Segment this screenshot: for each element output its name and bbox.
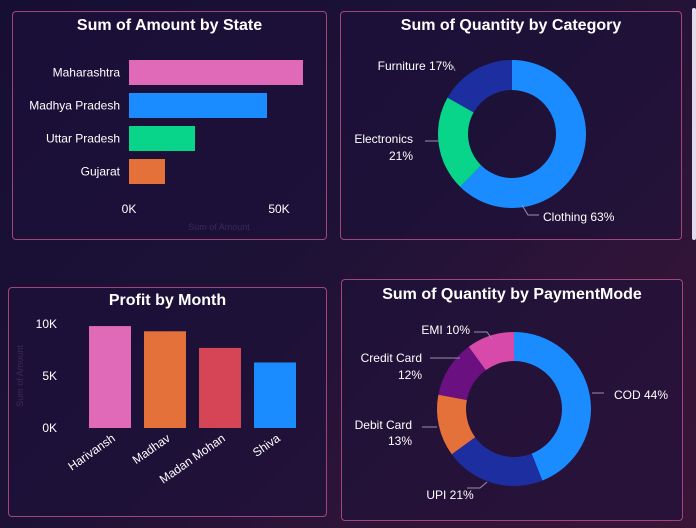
slice-label-clothing: Clothing 63% xyxy=(543,210,615,224)
bar-shiva xyxy=(254,362,296,428)
profit-by-month-chart: Harivansh MadhavMadan Mohan Shiva10K5K0KSu… xyxy=(15,317,296,486)
slice-label-debit-card: Debit Card xyxy=(355,418,412,432)
y-tick-label: 10K xyxy=(36,317,57,331)
bar-madhav xyxy=(144,331,186,428)
slice-label-furniture: Furniture 17% xyxy=(378,59,454,73)
category-label-madhya-pradesh: Madhya Pradesh xyxy=(29,99,120,113)
bar-madan-mohan xyxy=(199,347,241,428)
slice-pct-credit-card: 12% xyxy=(398,368,422,382)
quantity-by-category-card: Sum of Quantity by Category Clothing 63%… xyxy=(340,11,682,240)
bar-maharashtra xyxy=(129,60,303,85)
amount-by-state-chart: Maharashtra Madhya Pradesh Uttar Pradesh Gu… xyxy=(29,60,303,232)
y-tick-label: 5K xyxy=(42,369,57,383)
x-tick-label: 50K xyxy=(268,202,289,216)
category-label-madhav: Madhav xyxy=(130,431,173,467)
quantity-by-category-chart: Clothing 63% Electronics 21% Furniture 17% xyxy=(354,59,615,224)
category-label-uttar-pradesh: Uttar Pradesh xyxy=(46,132,120,146)
bar-uttar-pradesh xyxy=(129,126,195,151)
bar-harivansh xyxy=(89,326,131,428)
slice-label-credit-card: Credit Card xyxy=(361,351,422,365)
bar-gujarat xyxy=(129,159,165,184)
slice-label-emi: EMI 10% xyxy=(421,323,470,337)
slice-pct-debit-card: 13% xyxy=(388,434,412,448)
x-axis-title: Sum of Amount xyxy=(188,222,250,232)
quantity-by-paymentmode-chart: COD 44% UPI 21% Debit Card 13% Credit Card 12… xyxy=(355,323,669,502)
slice-label-cod: COD 44% xyxy=(614,388,668,402)
category-label-maharashtra: Maharashtra xyxy=(53,66,121,80)
category-label-shiva: Shiva xyxy=(250,431,283,460)
slice-label-upi: UPI 21% xyxy=(426,488,474,502)
category-label-harivansh: Harivansh xyxy=(65,431,117,473)
x-tick-label: 0K xyxy=(122,202,137,216)
y-tick-label: 0K xyxy=(42,421,57,435)
amount-by-state-card: Sum of Amount by State Maharashtra Madhya… xyxy=(12,11,327,240)
slice-upi-21 xyxy=(451,437,543,486)
profit-by-month-card: Profit by Month Harivansh Madhav Madan Moh… xyxy=(8,287,327,517)
slice-pct-electronics: 21% xyxy=(389,149,413,163)
category-label-gujarat: Gujarat xyxy=(81,165,121,179)
quantity-by-paymentmode-card: Sum of Quantity by PaymentMode COD 44% UP… xyxy=(341,279,683,521)
scrollbar[interactable] xyxy=(692,8,696,240)
bar-madhya-pradesh xyxy=(129,93,267,118)
leader-line-furniture xyxy=(452,65,456,72)
y-axis-title: Sum of Amount xyxy=(15,345,25,407)
slice-label-electronics: Electronics xyxy=(354,132,413,146)
